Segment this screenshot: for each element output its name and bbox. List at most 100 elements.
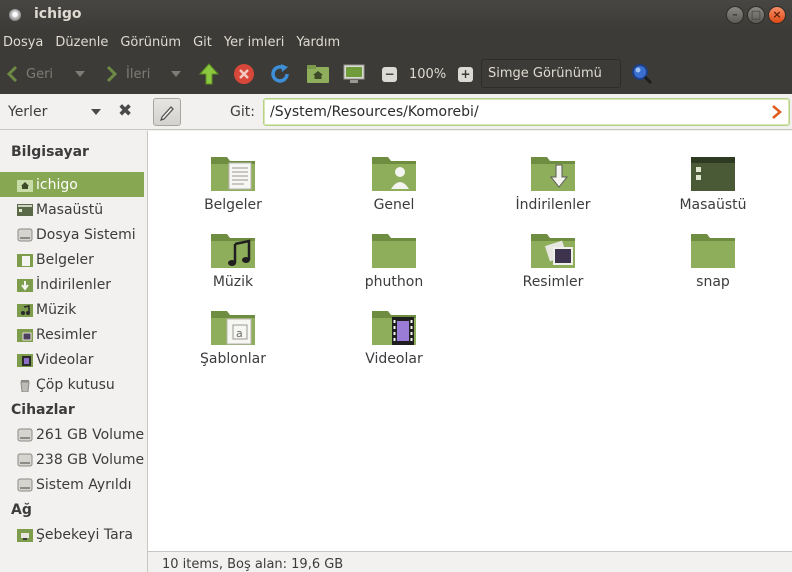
stop-button[interactable]: [233, 54, 255, 94]
desktop-folder-icon: [691, 157, 735, 191]
home-folder-icon: [307, 65, 329, 83]
drive-icon: [17, 453, 33, 466]
back-arrow-icon: [6, 65, 18, 83]
folder-icon: [691, 234, 735, 268]
pictures-folder-icon: [17, 328, 33, 342]
reload-icon: [271, 64, 289, 83]
home-folder-icon: [17, 179, 33, 192]
sidebar-item-label: Belgeler: [36, 251, 94, 268]
sidebar-item-downloads[interactable]: İndirilenler: [0, 272, 144, 297]
file-item-music[interactable]: Müzik: [168, 215, 298, 290]
file-name: Müzik: [212, 274, 254, 290]
drive-icon: [17, 428, 33, 441]
menu-help[interactable]: Yardım: [293, 35, 346, 50]
folder-icon: [372, 234, 416, 268]
file-item-public[interactable]: Genel: [329, 138, 459, 213]
back-label: Geri: [26, 66, 54, 82]
home-button[interactable]: [306, 54, 330, 94]
search-button[interactable]: [630, 54, 654, 94]
menu-file[interactable]: Dosya: [0, 35, 49, 50]
file-item-templates[interactable]: a Şablonlar: [168, 292, 298, 367]
sidebar-item-label: Videolar: [36, 351, 94, 368]
sidebar-item-home[interactable]: ichigo: [0, 172, 144, 197]
pictures-folder-icon: [531, 234, 575, 268]
forward-button[interactable]: İleri: [106, 54, 150, 94]
file-item-pictures[interactable]: Resimler: [488, 215, 618, 290]
file-item-documents[interactable]: Belgeler: [168, 138, 298, 213]
location-input[interactable]: /System/Resources/Komorebi/: [263, 98, 790, 126]
title-bar[interactable]: ichigo – □ ×: [0, 0, 792, 30]
menu-bookmarks[interactable]: Yer imleri: [221, 35, 291, 50]
sidebar-item-documents[interactable]: Belgeler: [0, 247, 144, 272]
edit-location-toggle[interactable]: [153, 98, 181, 126]
drive-icon: [17, 478, 33, 491]
file-name: snap: [696, 274, 730, 290]
status-bar: 10 items, Boş alan: 19,6 GB: [148, 551, 792, 572]
file-item-downloads[interactable]: İndirilenler: [488, 138, 618, 213]
location-bar: Yerler ✖ Git: /System/Resources/Komorebi…: [0, 94, 792, 130]
file-name: Masaüstü: [679, 197, 747, 213]
sidebar-item-music[interactable]: Müzik: [0, 297, 144, 322]
drive-icon: [17, 228, 33, 241]
zoom-out-button[interactable]: −: [382, 54, 397, 94]
sidebar-heading-devices: Cihazlar: [11, 402, 75, 418]
close-sidebar-icon[interactable]: ✖: [118, 101, 132, 121]
sidebar-item-label: 238 GB Volume: [36, 451, 145, 468]
close-button[interactable]: ×: [768, 6, 786, 24]
file-item-desktop[interactable]: Masaüstü: [648, 138, 778, 213]
sidebar-item-label: Sistem Ayrıldı: [36, 476, 132, 493]
zoom-level[interactable]: 100%: [409, 54, 446, 94]
up-button[interactable]: [198, 54, 220, 94]
sidebar-item-label: Masaüstü: [36, 201, 104, 218]
desktop-icon: [17, 203, 33, 216]
reload-button[interactable]: [269, 54, 291, 94]
sidebar-item-trash[interactable]: Çöp kutusu: [0, 372, 144, 397]
window-controls: – □ ×: [726, 6, 786, 24]
file-name: Belgeler: [204, 197, 262, 213]
sidebar-item-desktop[interactable]: Masaüstü: [0, 197, 144, 222]
file-manager-window: ichigo – □ × Dosya Düzenle Görünüm Git Y…: [0, 0, 792, 572]
file-view[interactable]: Belgeler Genel İndirilenler Masaüstü Müz…: [148, 131, 792, 551]
sidebar-item-volume-238[interactable]: 238 GB Volume: [0, 447, 144, 472]
downloads-folder-icon: [531, 157, 575, 191]
sidebar-item-videos[interactable]: Videolar: [0, 347, 144, 372]
file-name: Genel: [373, 197, 415, 213]
view-mode-select[interactable]: Simge Görünümü: [481, 59, 621, 88]
file-item-snap[interactable]: snap: [648, 215, 778, 290]
back-history-dropdown[interactable]: [75, 54, 85, 94]
minimize-button[interactable]: –: [726, 6, 744, 24]
sidebar-item-system-reserved[interactable]: Sistem Ayrıldı: [0, 472, 144, 497]
menu-edit[interactable]: Düzenle: [52, 35, 114, 50]
sidebar-mode-label[interactable]: Yerler: [8, 104, 47, 120]
sidebar-heading-computer: Bilgisayar: [11, 144, 89, 160]
documents-folder-icon: [211, 157, 255, 191]
stop-icon: [234, 64, 254, 84]
forward-history-dropdown[interactable]: [171, 54, 181, 94]
computer-button[interactable]: [342, 54, 366, 94]
sidebar-item-browse-network[interactable]: Şebekeyi Tara: [0, 522, 144, 547]
network-icon: [17, 528, 33, 542]
templates-folder-icon: a: [211, 311, 255, 345]
chevron-down-icon[interactable]: [91, 109, 101, 115]
location-path: /System/Resources/Komorebi/: [270, 104, 479, 120]
file-item-phuthon[interactable]: phuthon: [329, 215, 459, 290]
file-item-videos[interactable]: Videolar: [329, 292, 459, 367]
zoom-in-icon: +: [458, 66, 473, 82]
forward-label: İleri: [126, 66, 151, 82]
menu-view[interactable]: Görünüm: [117, 35, 187, 50]
search-icon: [632, 64, 653, 85]
go-arrow-icon[interactable]: [769, 104, 783, 120]
file-name: Resimler: [522, 274, 584, 290]
zoom-in-button[interactable]: +: [458, 54, 473, 94]
file-name: İndirilenler: [515, 197, 591, 213]
maximize-button[interactable]: □: [747, 6, 765, 24]
back-button[interactable]: Geri: [6, 54, 53, 94]
status-text: 10 items, Boş alan: 19,6 GB: [162, 557, 344, 572]
forward-arrow-icon: [106, 65, 118, 83]
sidebar-item-filesystem[interactable]: Dosya Sistemi: [0, 222, 144, 247]
sidebar-item-volume-261[interactable]: 261 GB Volume: [0, 422, 144, 447]
sidebar: Bilgisayar ichigo Masaüstü Dosya Sistemi…: [0, 131, 148, 572]
sidebar-item-pictures[interactable]: Resimler: [0, 322, 144, 347]
menu-go[interactable]: Git: [190, 35, 218, 50]
file-name: Şablonlar: [200, 351, 266, 367]
